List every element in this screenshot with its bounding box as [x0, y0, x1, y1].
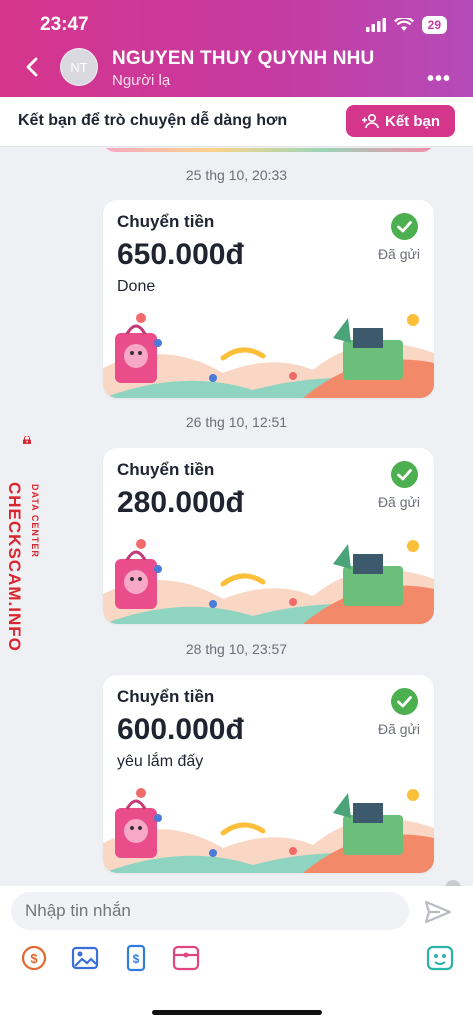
- transfer-note: yêu lắm đấy: [117, 753, 204, 770]
- message-composer: $ $: [0, 886, 473, 1024]
- wifi-icon: [393, 18, 414, 31]
- transfer-amount: 650.000đ: [117, 238, 244, 271]
- check-icon: [391, 213, 418, 240]
- back-icon[interactable]: [22, 56, 44, 78]
- more-options-icon[interactable]: •••: [427, 68, 451, 91]
- image-icon[interactable]: [71, 944, 99, 972]
- add-friend-text: Kết bạn để trò chuyện dễ dàng hơn: [18, 112, 288, 129]
- add-friend-banner: Kết bạn để trò chuyện dễ dàng hơn Kết bạ…: [0, 97, 473, 147]
- message-timestamp: 25 thg 10, 20:33: [185, 167, 288, 183]
- status-bar: 23:47 29: [0, 14, 473, 38]
- money-transfer-card[interactable]: Chuyển tiền 650.000đ Done Đã gửi: [103, 200, 434, 398]
- svg-text:$: $: [133, 952, 140, 966]
- signal-icon: [365, 18, 386, 32]
- add-user-icon: [361, 113, 379, 129]
- money-transfer-icon[interactable]: $: [20, 944, 48, 972]
- checkscam-lock-logo: [22, 436, 32, 445]
- transfer-title: Chuyển tiền: [117, 460, 215, 479]
- transfer-illustration: [103, 313, 434, 398]
- send-icon[interactable]: [424, 900, 452, 924]
- transfer-title: Chuyển tiền: [117, 212, 215, 231]
- money-transfer-card[interactable]: Chuyển tiền 280.000đ Đã gửi: [103, 448, 434, 624]
- sticker-icon[interactable]: [426, 944, 454, 972]
- message-timestamp: 26 thg 10, 12:51: [185, 414, 288, 430]
- add-friend-button-label: Kết bạn: [384, 112, 440, 130]
- avatar[interactable]: NT: [60, 48, 98, 86]
- status-icons: 29: [365, 16, 447, 34]
- sent-status: Đã gửi: [377, 721, 420, 737]
- sent-status: Đã gửi: [377, 246, 420, 262]
- payment-card-icon[interactable]: $: [122, 944, 150, 972]
- transfer-illustration: [103, 539, 434, 624]
- transfer-amount: 600.000đ: [117, 713, 244, 746]
- chat-header: 23:47 29 NT NGUYEN THUY QUYNH NHU Người …: [0, 0, 473, 97]
- add-friend-button[interactable]: Kết bạn: [346, 105, 455, 137]
- contact-name[interactable]: NGUYEN THUY QUYNH NHU: [112, 48, 374, 70]
- chat-area[interactable]: 25 thg 10, 20:33 Chuyển tiền 650.000đ Do…: [0, 148, 473, 886]
- transfer-amount: 280.000đ: [117, 486, 244, 519]
- transfer-title: Chuyển tiền: [117, 687, 215, 706]
- contact-subtitle: Người lạ: [112, 72, 171, 89]
- watermark-text: CHECKSCAM.INFO: [5, 482, 24, 652]
- transfer-illustration: [103, 788, 434, 873]
- message-input[interactable]: [11, 892, 409, 930]
- status-time: 23:47: [40, 14, 89, 35]
- previous-message-card[interactable]: [103, 148, 434, 152]
- check-icon: [391, 688, 418, 715]
- watermark-subtext: DATA CENTER: [30, 484, 40, 558]
- money-transfer-card[interactable]: Chuyển tiền 600.000đ yêu lắm đấy Đã gửi: [103, 675, 434, 873]
- battery-indicator: 29: [421, 16, 447, 34]
- wallet-icon[interactable]: [172, 944, 200, 972]
- transfer-note: Done: [117, 278, 156, 295]
- svg-text:$: $: [30, 951, 38, 966]
- message-timestamp: 28 thg 10, 23:57: [185, 641, 288, 657]
- check-icon: [391, 461, 418, 488]
- home-indicator[interactable]: [152, 1010, 322, 1015]
- sent-status: Đã gửi: [377, 494, 420, 510]
